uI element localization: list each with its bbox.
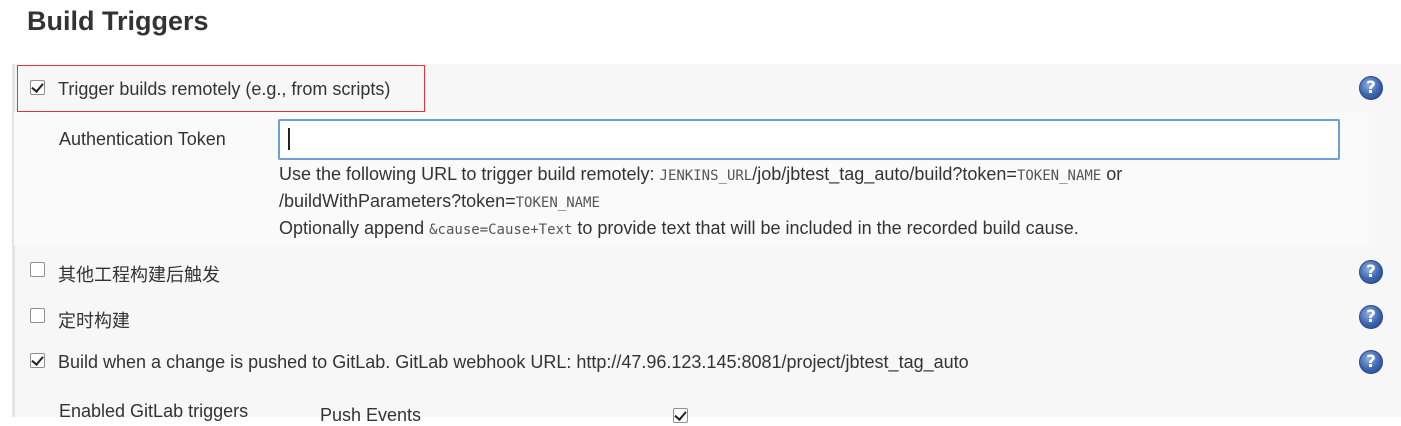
trigger-gitlab-label[interactable]: Build when a change is pushed to GitLab.… [58,352,969,373]
help-icon[interactable]: ? [1359,305,1383,329]
help-icon[interactable]: ? [1359,350,1383,374]
help-icon[interactable]: ? [1359,260,1383,284]
checkmark-icon [31,353,44,366]
auth-token-help-line1: Use the following URL to trigger build r… [279,164,1123,184]
auth-token-help-line2: /buildWithParameters?token=TOKEN_NAME [279,191,600,211]
auth-token-input[interactable] [278,119,1340,160]
auth-token-label: Authentication Token [59,129,226,149]
checkmark-icon [674,408,687,421]
trigger-remote-label[interactable]: Trigger builds remotely (e.g., from scri… [58,79,390,100]
trigger-periodic-checkbox[interactable] [30,308,45,323]
trigger-after-other-checkbox[interactable] [30,262,45,277]
trigger-gitlab-checkbox[interactable] [30,353,45,368]
trigger-remote-checkbox[interactable] [30,80,45,95]
page-title: Build Triggers [27,6,209,36]
push-events-checkbox[interactable] [673,408,688,423]
text-caret [288,128,290,150]
auth-token-help-line3: Optionally append &cause=Cause+Text to p… [279,218,1079,238]
push-events-label: Push Events [320,405,422,425]
gitlab-enabled-triggers-label: Enabled GitLab triggers [59,401,249,421]
help-icon[interactable]: ? [1359,76,1383,100]
trigger-after-other-label[interactable]: 其他工程构建后触发 [58,261,220,287]
checkmark-icon [31,80,44,93]
trigger-periodic-label[interactable]: 定时构建 [58,307,130,333]
